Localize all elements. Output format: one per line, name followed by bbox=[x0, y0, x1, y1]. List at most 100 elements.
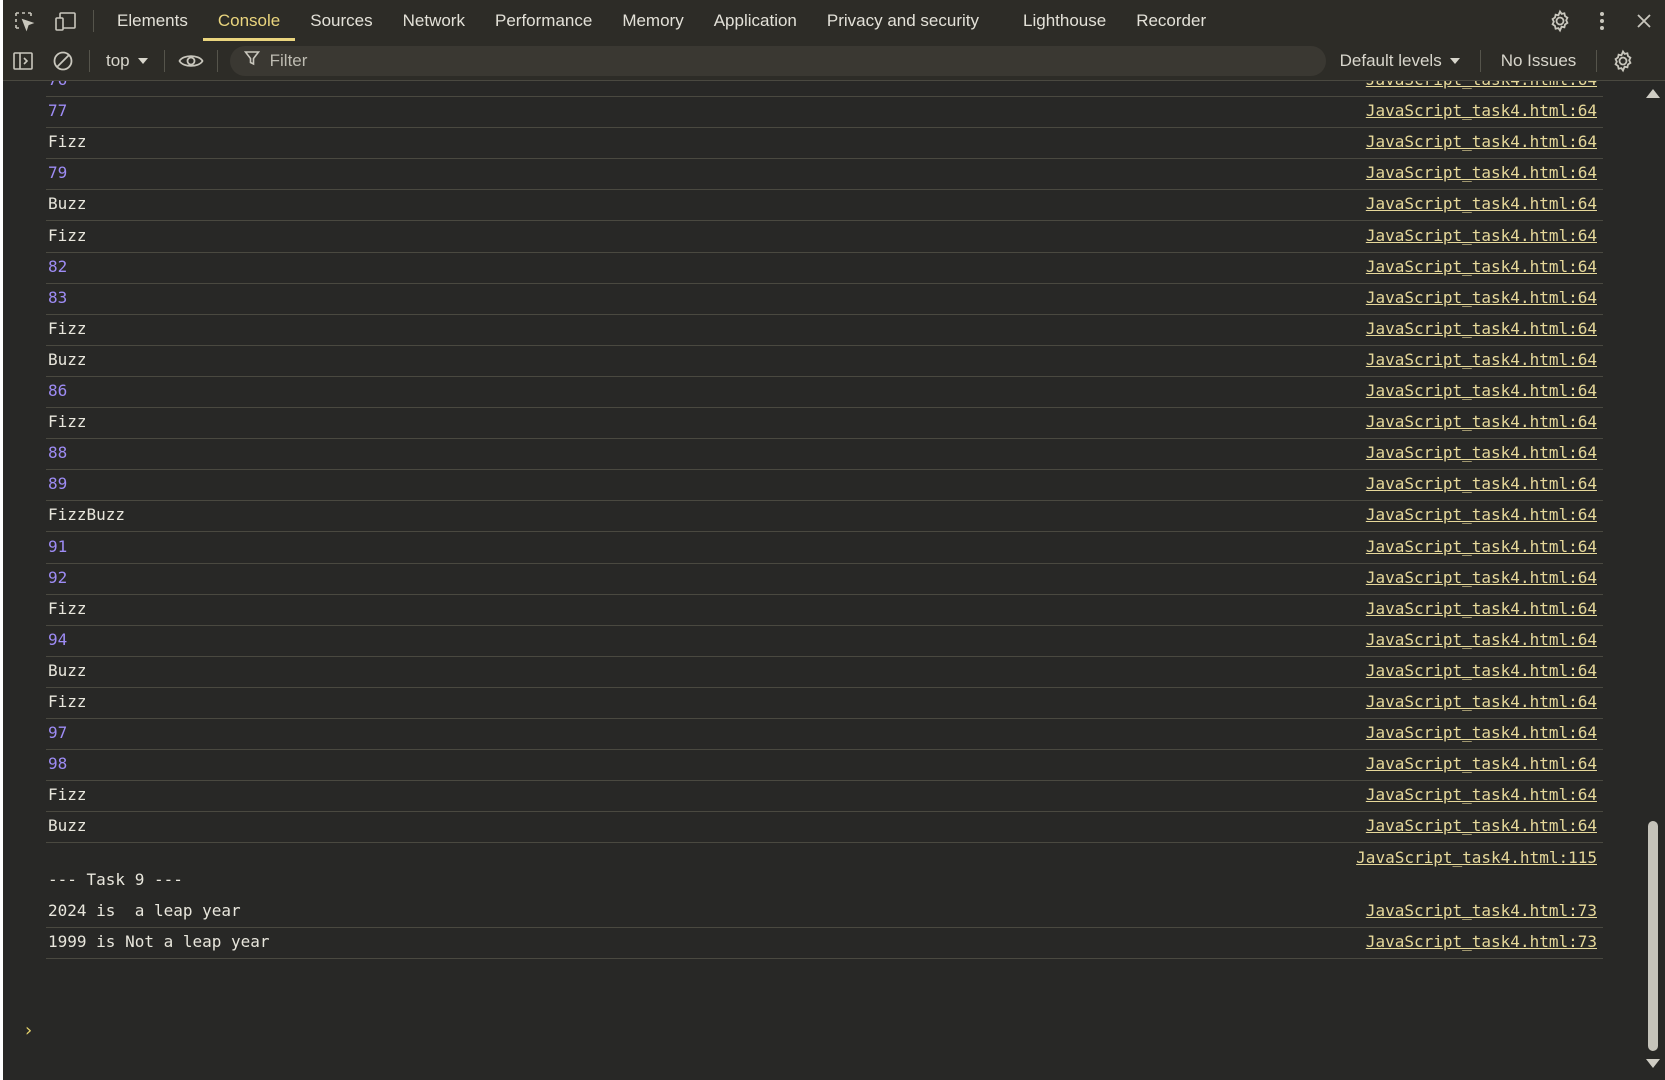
log-message: Fizz bbox=[48, 132, 87, 151]
log-message: Fizz bbox=[48, 599, 87, 618]
log-source-link[interactable]: JavaScript_task4.html:64 bbox=[1366, 661, 1597, 680]
log-source-link[interactable]: JavaScript_task4.html:73 bbox=[1366, 901, 1597, 920]
live-expression-eye-icon[interactable] bbox=[171, 41, 211, 80]
log-row: 88 JavaScript_task4.html:64 bbox=[46, 438, 1603, 470]
log-row: 79 JavaScript_task4.html:64 bbox=[46, 158, 1603, 190]
close-icon[interactable] bbox=[1623, 0, 1665, 41]
log-source-link[interactable]: JavaScript_task4.html:64 bbox=[1366, 692, 1597, 711]
log-row: Fizz JavaScript_task4.html:64 bbox=[46, 314, 1603, 346]
log-message: Fizz bbox=[48, 319, 87, 338]
tab-network[interactable]: Network bbox=[388, 0, 480, 41]
log-source-link[interactable]: JavaScript_task4.html:64 bbox=[1366, 474, 1597, 493]
toolbar-separator bbox=[216, 49, 218, 72]
inspect-element-icon[interactable] bbox=[3, 0, 45, 41]
log-message: 97 bbox=[48, 723, 68, 742]
console-settings-gear-icon[interactable] bbox=[1603, 41, 1643, 80]
scroll-down-arrow-icon[interactable] bbox=[1646, 1059, 1660, 1068]
log-source-link[interactable]: JavaScript_task4.html:64 bbox=[1366, 785, 1597, 804]
log-row: --- Task 9 --- bbox=[46, 865, 1603, 897]
log-message: Fizz bbox=[48, 226, 87, 245]
devtools-tabbar: Elements Console Sources Network Perform… bbox=[3, 0, 1665, 42]
log-source-link[interactable]: JavaScript_task4.html:64 bbox=[1366, 319, 1597, 338]
log-source-link[interactable]: JavaScript_task4.html:64 bbox=[1366, 723, 1597, 742]
log-row: 86 JavaScript_task4.html:64 bbox=[46, 376, 1603, 408]
scrollbar-thumb[interactable] bbox=[1648, 821, 1658, 1051]
toolbar-separator bbox=[89, 49, 90, 72]
log-source-link[interactable]: JavaScript_task4.html:64 bbox=[1366, 568, 1597, 587]
log-levels-dropdown[interactable]: Default levels bbox=[1326, 41, 1474, 80]
log-scrollbar[interactable] bbox=[1640, 81, 1665, 1080]
log-source-link[interactable]: JavaScript_task4.html:64 bbox=[1366, 630, 1597, 649]
tab-console[interactable]: Console bbox=[202, 0, 296, 41]
toolbar-separator bbox=[1479, 49, 1481, 72]
log-source-link[interactable]: JavaScript_task4.html:64 bbox=[1366, 81, 1597, 89]
log-row: 2024 is a leap year JavaScript_task4.html… bbox=[46, 896, 1603, 928]
toolbar-separator bbox=[163, 49, 165, 72]
log-row: 83 JavaScript_task4.html:64 bbox=[46, 283, 1603, 315]
log-row: 91 JavaScript_task4.html:64 bbox=[46, 532, 1603, 564]
log-source-link[interactable]: JavaScript_task4.html:64 bbox=[1366, 132, 1597, 151]
log-source-link[interactable]: JavaScript_task4.html:64 bbox=[1366, 816, 1597, 835]
log-row: Fizz JavaScript_task4.html:64 bbox=[46, 687, 1603, 719]
scroll-up-arrow-icon[interactable] bbox=[1646, 89, 1660, 98]
log-source-link[interactable]: JavaScript_task4.html:64 bbox=[1366, 101, 1597, 120]
log-source-link[interactable]: JavaScript_task4.html:73 bbox=[1366, 932, 1597, 951]
tab-performance[interactable]: Performance bbox=[480, 0, 607, 41]
filter-input-wrapper[interactable] bbox=[229, 45, 1326, 76]
log-row: 76 JavaScript_task4.html:64 bbox=[46, 81, 1603, 97]
log-source-link[interactable]: JavaScript_task4.html:64 bbox=[1366, 505, 1597, 524]
tab-sources[interactable]: Sources bbox=[295, 0, 387, 41]
context-label: top bbox=[106, 50, 130, 70]
clear-console-icon[interactable] bbox=[43, 41, 83, 80]
settings-gear-icon[interactable] bbox=[1539, 0, 1581, 41]
log-row: Buzz JavaScript_task4.html:64 bbox=[46, 656, 1603, 688]
tab-elements[interactable]: Elements bbox=[102, 0, 203, 41]
log-row: 89 JavaScript_task4.html:64 bbox=[46, 469, 1603, 501]
tab-lighthouse[interactable]: Lighthouse bbox=[1008, 0, 1121, 41]
log-source-link[interactable]: JavaScript_task4.html:64 bbox=[1366, 350, 1597, 369]
log-source-link[interactable]: JavaScript_task4.html:64 bbox=[1366, 288, 1597, 307]
log-source-link[interactable]: JavaScript_task4.html:64 bbox=[1366, 754, 1597, 773]
tab-application[interactable]: Application bbox=[699, 0, 812, 41]
log-row: Fizz JavaScript_task4.html:64 bbox=[46, 780, 1603, 812]
log-source-link[interactable]: JavaScript_task4.html:64 bbox=[1366, 163, 1597, 182]
log-source-link[interactable]: JavaScript_task4.html:64 bbox=[1366, 194, 1597, 213]
device-toolbar-icon[interactable] bbox=[45, 0, 87, 41]
log-message: 92 bbox=[48, 568, 68, 587]
log-source-link[interactable]: JavaScript_task4.html:64 bbox=[1366, 226, 1597, 245]
log-row: Fizz JavaScript_task4.html:64 bbox=[46, 407, 1603, 439]
log-source-link[interactable]: JavaScript_task4.html:64 bbox=[1366, 412, 1597, 431]
chevron-down-icon bbox=[1449, 57, 1460, 64]
tab-memory[interactable]: Memory bbox=[607, 0, 698, 41]
log-row: 1999 is Not a leap year JavaScript_task4.… bbox=[46, 927, 1603, 959]
issues-button[interactable]: No Issues bbox=[1487, 41, 1591, 80]
log-row: Buzz JavaScript_task4.html:64 bbox=[46, 811, 1603, 843]
sidebar-toggle-icon[interactable] bbox=[3, 41, 43, 80]
log-message: Buzz bbox=[48, 194, 87, 213]
log-message: 2024 is a leap year bbox=[48, 901, 241, 920]
more-options-icon[interactable] bbox=[1581, 0, 1623, 41]
console-log[interactable]: 76 JavaScript_task4.html:64 77 JavaScript_t… bbox=[6, 81, 1643, 1080]
tab-recorder[interactable]: Recorder bbox=[1121, 0, 1221, 41]
log-source-link[interactable]: JavaScript_task4.html:64 bbox=[1366, 257, 1597, 276]
chevron-down-icon bbox=[137, 57, 148, 64]
log-source-link[interactable]: JavaScript_task4.html:64 bbox=[1366, 537, 1597, 556]
log-row: FizzBuzz JavaScript_task4.html:64 bbox=[46, 500, 1603, 532]
log-row: 98 JavaScript_task4.html:64 bbox=[46, 749, 1603, 781]
log-row: Buzz JavaScript_task4.html:64 bbox=[46, 189, 1603, 221]
filter-input[interactable] bbox=[267, 49, 1312, 72]
console-prompt-chevron-icon[interactable]: › bbox=[23, 1020, 34, 1041]
log-source-link[interactable]: JavaScript_task4.html:64 bbox=[1366, 381, 1597, 400]
log-source-link[interactable]: JavaScript_task4.html:64 bbox=[1366, 443, 1597, 462]
context-selector[interactable]: top bbox=[96, 41, 158, 80]
log-message: 83 bbox=[48, 288, 68, 307]
log-message: FizzBuzz bbox=[48, 505, 126, 524]
toolbar-separator bbox=[1596, 49, 1598, 72]
log-message: 77 bbox=[48, 101, 68, 120]
tab-separator bbox=[93, 9, 94, 32]
log-source-link[interactable]: JavaScript_task4.html:64 bbox=[1366, 599, 1597, 618]
log-message: Buzz bbox=[48, 350, 87, 369]
log-message: 98 bbox=[48, 754, 68, 773]
console-toolbar: top Default levels No Issues bbox=[3, 41, 1665, 81]
tab-privacy-and-security[interactable]: Privacy and security bbox=[812, 0, 994, 41]
